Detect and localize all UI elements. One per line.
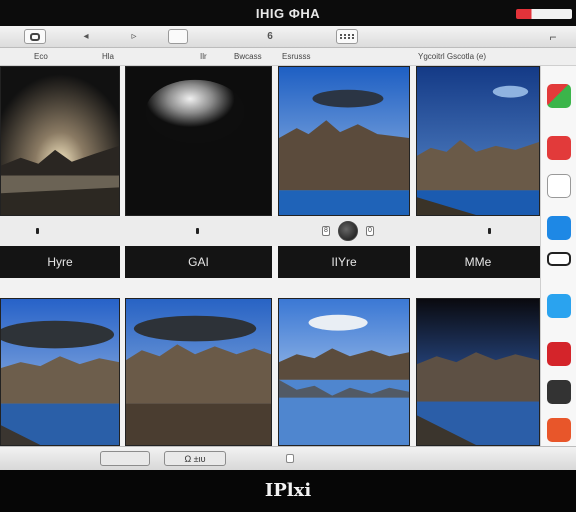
column-header[interactable]: Bwcass — [234, 52, 262, 61]
title-bar: ІНІG ФНА — [0, 0, 576, 26]
switch-button[interactable]: Ω ±ιυ — [164, 451, 226, 466]
column-header[interactable]: Eco — [34, 52, 48, 61]
previous-button[interactable]: 8 — [322, 226, 330, 236]
photo-thumbnail[interactable] — [0, 298, 120, 446]
window-controls[interactable] — [516, 9, 572, 19]
red-app-icon[interactable] — [547, 136, 571, 160]
photo-thumbnail[interactable] — [416, 298, 540, 446]
photo-label[interactable]: MMe — [416, 246, 540, 278]
toolbar-number[interactable]: 6 — [264, 29, 276, 44]
brand-footer: IPlxi — [0, 470, 576, 512]
orange-app-icon[interactable] — [547, 418, 571, 442]
photo-thumbnail[interactable] — [0, 66, 120, 216]
column-header[interactable]: Ygcoitrl Gscotla (e) — [418, 52, 486, 61]
cloud-app-icon[interactable] — [547, 294, 571, 318]
view-mode-button[interactable] — [100, 451, 150, 466]
white-app-icon[interactable] — [547, 174, 571, 198]
thumbnail-info-strip — [0, 216, 540, 246]
bag-app-icon[interactable] — [547, 342, 571, 366]
back-button[interactable] — [24, 29, 46, 44]
indicator-dot — [488, 228, 491, 234]
photo-label[interactable]: Hyre — [0, 246, 120, 278]
photo-thumbnail[interactable] — [125, 66, 272, 216]
column-header[interactable]: Hla — [102, 52, 114, 61]
window-title: ІНІG ФНА — [255, 6, 321, 21]
pen-icon[interactable]: ⌐ — [546, 29, 560, 44]
toolbar: ◂ ▹ 6 ⌐ — [0, 26, 576, 48]
blue-app-icon[interactable] — [547, 216, 571, 240]
photo-thumbnail[interactable] — [125, 298, 272, 446]
keyboard-icon[interactable] — [336, 29, 358, 44]
photo-label[interactable]: IIYre — [278, 246, 410, 278]
arrow-left-icon[interactable]: ◂ — [80, 29, 92, 44]
small-toggle[interactable] — [286, 454, 294, 463]
row-separator — [0, 278, 540, 298]
app-sidebar — [540, 66, 576, 446]
photo-thumbnail[interactable] — [278, 298, 410, 446]
indicator-dot — [36, 228, 39, 234]
brand-logo: IPlxi — [264, 480, 312, 501]
indicator-dot — [196, 228, 199, 234]
arrow-right-icon[interactable]: ▹ — [128, 29, 140, 44]
column-headers: Eco Hla Ilr Bwcass Esrusss Ygcoitrl Gsco… — [0, 48, 576, 66]
folder-icon[interactable] — [168, 29, 188, 44]
bottom-toolbar: Ω ±ιυ — [0, 446, 576, 470]
maps-app-icon[interactable] — [547, 84, 571, 108]
photo-label[interactable]: GAI — [125, 246, 272, 278]
playback-control: 8 0 — [322, 220, 374, 242]
column-header[interactable]: Ilr — [200, 52, 207, 61]
back-icon — [30, 32, 40, 41]
next-button[interactable]: 0 — [366, 226, 374, 236]
column-header[interactable]: Esrusss — [282, 52, 310, 61]
photo-thumbnail[interactable] — [278, 66, 410, 216]
dark-app-icon[interactable] — [547, 380, 571, 404]
photo-thumbnail[interactable] — [416, 66, 540, 216]
play-button[interactable] — [338, 221, 358, 241]
toggle-app-icon[interactable] — [547, 252, 571, 266]
